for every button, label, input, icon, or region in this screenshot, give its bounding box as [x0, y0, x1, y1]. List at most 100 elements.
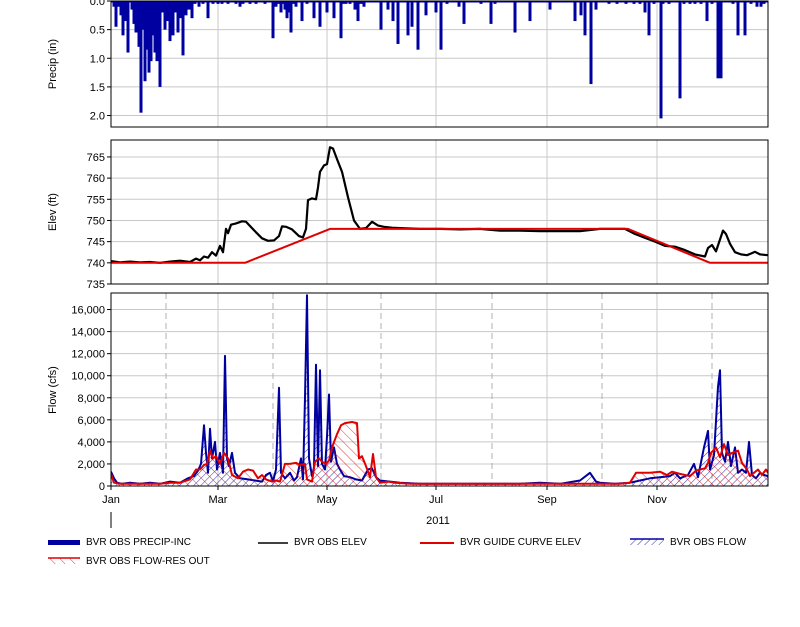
precip-bar	[271, 1, 275, 39]
flow-y-tick-label: 6,000	[77, 415, 105, 427]
legend-label: BVR OBS PRECIP-INC	[86, 537, 192, 548]
precip-bar	[155, 1, 159, 62]
precip-bar	[62, 1, 65, 4]
precip-bar	[573, 1, 577, 22]
precip-bar	[289, 1, 293, 33]
precip-bar	[300, 1, 304, 22]
elev-y-tick-label: 735	[87, 279, 105, 291]
precip-y-tick-label: 0.0	[90, 0, 105, 8]
flow-y-tick-label: 2,000	[77, 459, 105, 471]
precip-y-tick-label: 1.5	[90, 82, 105, 94]
elev-y-tick-label: 750	[87, 215, 105, 227]
legend-hatch-icon	[630, 538, 664, 545]
precip-bar	[51, 1, 54, 10]
precip-bar	[106, 1, 109, 7]
precip-bar	[160, 1, 164, 13]
precip-bar	[158, 1, 162, 87]
legend-item-guide-curve: BVR GUIDE CURVE ELEV	[420, 537, 581, 548]
x-axis-year-label: 2011	[426, 515, 450, 527]
precip-bar	[5, 1, 8, 4]
precip-bar	[716, 1, 720, 79]
legend-line-icon	[258, 541, 288, 544]
legend-label: BVR OBS FLOW-RES OUT	[86, 556, 210, 567]
elev-y-tick-label: 760	[87, 173, 105, 185]
precip-bar	[719, 1, 723, 79]
precip-bar	[173, 1, 177, 13]
precip-bar	[579, 1, 583, 16]
precip-bar	[312, 1, 316, 19]
precip-bar	[489, 1, 493, 24]
flow-y-tick-label: 14,000	[71, 327, 105, 339]
precip-bar	[83, 1, 86, 21]
elev-y-tick-label: 745	[87, 237, 105, 249]
flow-y-axis-label: Flow (cfs)	[47, 366, 59, 414]
precip-bar	[181, 1, 185, 56]
precip-bar	[206, 1, 210, 19]
precip-bar	[126, 1, 130, 53]
legend-item-elev: BVR OBS ELEV	[258, 537, 367, 548]
precip-bar	[12, 1, 15, 3]
flow-panel: 0 2,000 4,000 6,000 8,000 10,000 12,000 14,000 1…	[71, 292, 769, 528]
flow-y-tick-label: 12,000	[71, 349, 105, 361]
elev-y-tick-label: 740	[87, 258, 105, 270]
legend-line-icon	[420, 541, 454, 544]
precip-bar	[406, 1, 410, 36]
legend-thick-line-icon	[48, 539, 80, 545]
elev-y-tick-label: 765	[87, 152, 105, 164]
precip-y-axis-label: Precip (in)	[47, 39, 59, 89]
x-tick-label: Jul	[429, 494, 443, 506]
precip-bar	[85, 1, 88, 44]
legend: BVR OBS PRECIP-INC BVR OBS ELEV BVR GUID…	[0, 533, 800, 573]
precip-bar	[583, 1, 587, 36]
precip-bar	[356, 1, 360, 22]
precip-bar	[391, 1, 395, 22]
precip-y-tick-label: 0.5	[90, 25, 105, 37]
precip-bar	[379, 1, 383, 30]
precip-bar	[114, 1, 118, 27]
precip-bar	[339, 1, 343, 39]
legend-label: BVR OBS ELEV	[294, 537, 367, 548]
precip-bar	[190, 1, 194, 19]
x-tick-label: Mar	[209, 494, 228, 506]
legend-item-flow: BVR OBS FLOW	[630, 537, 746, 548]
precip-bar	[647, 1, 651, 36]
precip-bar	[18, 1, 21, 4]
legend-label: BVR GUIDE CURVE ELEV	[460, 537, 581, 548]
flow-y-tick-label: 4,000	[77, 437, 105, 449]
precip-bar	[705, 1, 709, 22]
precip-bar	[659, 1, 663, 119]
precip-bar	[643, 1, 647, 13]
precip-bar	[121, 1, 125, 36]
precip-y-tick-label: 1.0	[90, 53, 105, 65]
flow-y-tick-label: 0	[99, 481, 105, 493]
precip-bar	[325, 1, 329, 13]
precip-bar	[416, 1, 420, 50]
precip-bar	[68, 1, 71, 7]
precip-bar	[184, 1, 188, 16]
precip-bar	[410, 1, 414, 27]
precip-bar	[424, 1, 428, 16]
precip-bar	[65, 1, 68, 8]
precip-y-tick-label: 2.0	[90, 111, 105, 123]
flow-y-tick-label: 8,000	[77, 393, 105, 405]
precip-panel: 0.0 0.5 1.0 1.5 2.0	[2, 0, 769, 128]
x-tick-label: May	[317, 494, 338, 506]
precip-bar	[736, 1, 740, 36]
precip-bar	[81, 1, 84, 7]
legend-item-flow-res-out: BVR OBS FLOW-RES OUT	[48, 556, 210, 567]
legend-item-precip: BVR OBS PRECIP-INC	[48, 537, 191, 548]
precip-bar	[176, 1, 180, 33]
x-tick-label: Sep	[537, 494, 557, 506]
precip-bar	[168, 1, 172, 42]
precip-bar	[434, 1, 438, 13]
legend-hatch-icon	[48, 557, 80, 564]
precip-bar	[528, 1, 532, 22]
precip-bar	[318, 1, 322, 27]
elevation-panel: 735 740 745 750 755 760 765	[87, 139, 769, 291]
elev-y-tick-label: 755	[87, 194, 105, 206]
precip-bar	[2, 1, 5, 4]
precip-bar	[678, 1, 682, 99]
precip-bar	[513, 1, 517, 33]
precip-bar	[30, 1, 33, 4]
hydrograph-chart: 0.0 0.5 1.0 1.5 2.0 735 740 745 750 755 760 765 0 2…	[2, 0, 769, 528]
